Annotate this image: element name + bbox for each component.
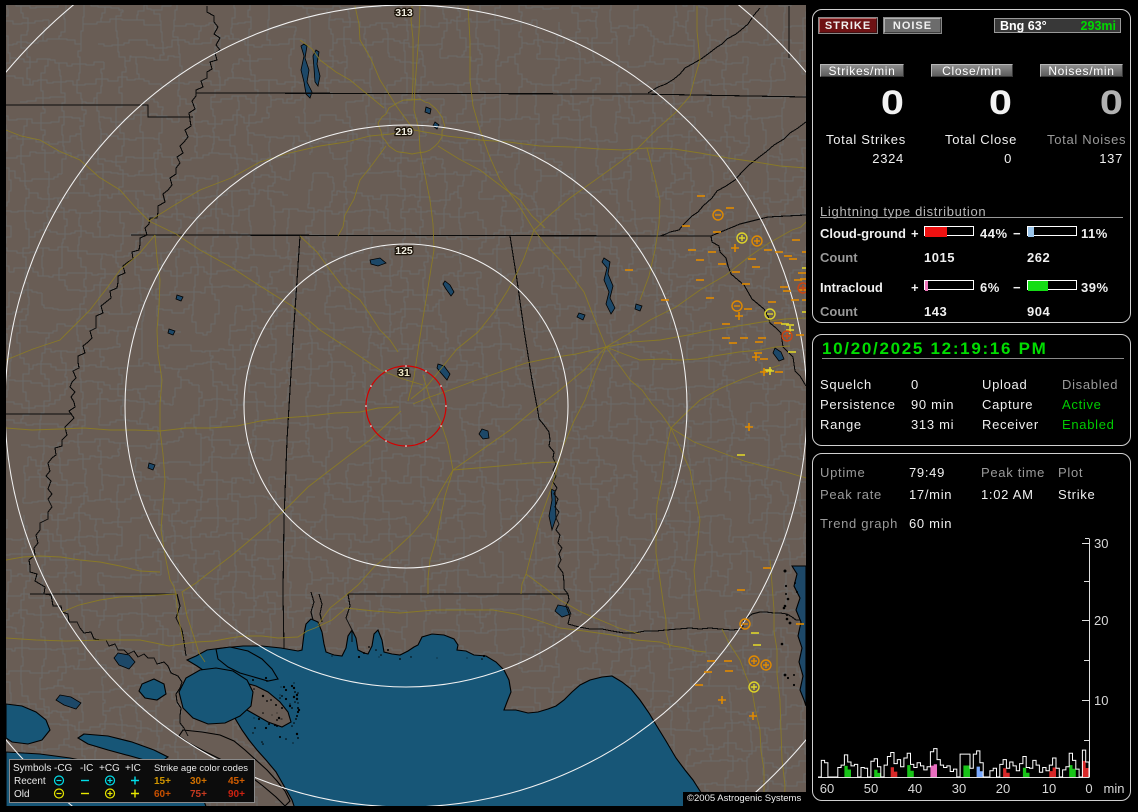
svg-text:0: 0 — [1085, 781, 1092, 796]
svg-text:30: 30 — [1094, 536, 1108, 551]
svg-text:Symbols: Symbols — [13, 763, 51, 774]
svg-text:30+: 30+ — [190, 776, 207, 787]
svg-text:313: 313 — [395, 7, 413, 19]
svg-text:-IC: -IC — [80, 763, 93, 774]
svg-text:Recent: Recent — [14, 776, 46, 787]
svg-text:10: 10 — [1042, 781, 1056, 796]
svg-text:31: 31 — [398, 367, 410, 379]
svg-text:20: 20 — [996, 781, 1010, 796]
svg-text:+CG: +CG — [99, 763, 120, 774]
svg-text:90+: 90+ — [228, 789, 245, 800]
svg-text:15+: 15+ — [154, 776, 171, 787]
svg-text:40: 40 — [908, 781, 922, 796]
svg-text:50: 50 — [864, 781, 878, 796]
svg-text:Old: Old — [14, 789, 30, 800]
svg-text:219: 219 — [395, 126, 413, 138]
svg-text:45+: 45+ — [228, 776, 245, 787]
svg-text:10: 10 — [1094, 693, 1108, 708]
svg-text:75+: 75+ — [190, 789, 207, 800]
svg-text:20: 20 — [1094, 613, 1108, 628]
svg-text:+IC: +IC — [125, 763, 141, 774]
svg-text:60+: 60+ — [154, 789, 171, 800]
svg-text:-CG: -CG — [54, 763, 73, 774]
svg-text:125: 125 — [395, 245, 413, 257]
svg-text:60: 60 — [820, 781, 834, 796]
svg-text:30: 30 — [952, 781, 966, 796]
svg-text:Strike age color codes: Strike age color codes — [154, 763, 248, 774]
svg-text:min: min — [1104, 781, 1125, 796]
